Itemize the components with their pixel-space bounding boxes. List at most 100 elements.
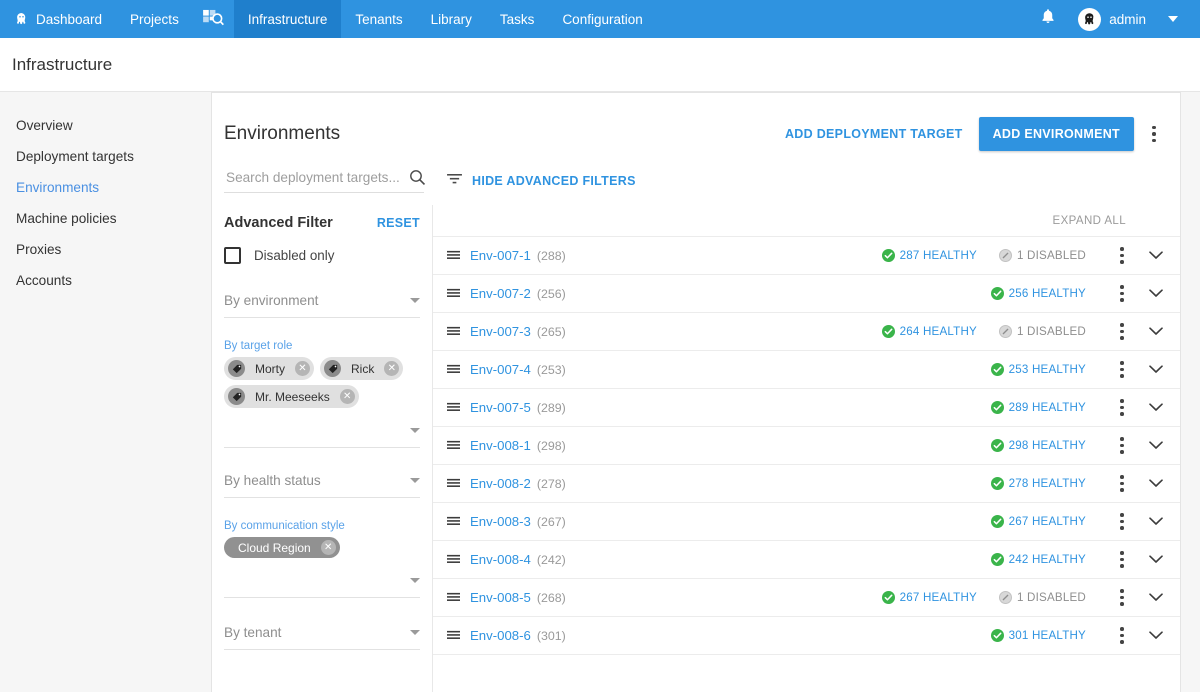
environment-name-link[interactable]: Env-008-3 [470, 514, 531, 529]
drag-handle-icon[interactable] [447, 592, 460, 604]
close-icon[interactable]: ✕ [384, 361, 399, 376]
table-row[interactable]: Env-007-5 (289) 289 HEALTHY [433, 389, 1180, 427]
environment-name-link[interactable]: Env-008-4 [470, 552, 531, 567]
row-overflow-menu-icon[interactable] [1112, 433, 1132, 458]
environment-name-link[interactable]: Env-008-6 [470, 628, 531, 643]
nav-item-tenants[interactable]: Tenants [341, 0, 416, 38]
environment-name-link[interactable]: Env-007-5 [470, 400, 531, 415]
filter-chip[interactable]: Morty ✕ [224, 357, 314, 380]
sidebar-item-machine-policies[interactable]: Machine policies [0, 203, 211, 234]
status-badge-disabled[interactable]: 1 DISABLED [999, 249, 1086, 262]
nav-item-tasks[interactable]: Tasks [486, 0, 549, 38]
row-overflow-menu-icon[interactable] [1112, 585, 1132, 610]
nav-item-project-search[interactable] [193, 0, 234, 38]
status-badge-healthy[interactable]: 253 HEALTHY [991, 363, 1086, 376]
close-icon[interactable]: ✕ [340, 389, 355, 404]
drag-handle-icon[interactable] [447, 554, 460, 566]
drag-handle-icon[interactable] [447, 402, 460, 414]
row-overflow-menu-icon[interactable] [1112, 623, 1132, 648]
drag-handle-icon[interactable] [447, 630, 460, 642]
sidebar-item-proxies[interactable]: Proxies [0, 234, 211, 265]
filter-chip[interactable]: Mr. Meeseeks ✕ [224, 385, 359, 408]
row-expand-chevron-down-icon[interactable] [1144, 251, 1168, 260]
row-expand-chevron-down-icon[interactable] [1144, 555, 1168, 564]
drag-handle-icon[interactable] [447, 250, 460, 262]
nav-item-library[interactable]: Library [417, 0, 486, 38]
drag-handle-icon[interactable] [447, 326, 460, 338]
status-badge-healthy[interactable]: 289 HEALTHY [991, 401, 1086, 414]
environment-name-link[interactable]: Env-008-5 [470, 590, 531, 605]
table-row[interactable]: Env-008-5 (268) 267 HEALTHY 1 DISABLED [433, 579, 1180, 617]
nav-item-dashboard[interactable]: Dashboard [0, 0, 116, 38]
row-expand-chevron-down-icon[interactable] [1144, 593, 1168, 602]
row-overflow-menu-icon[interactable] [1112, 395, 1132, 420]
row-overflow-menu-icon[interactable] [1112, 471, 1132, 496]
close-icon[interactable]: ✕ [295, 361, 310, 376]
row-expand-chevron-down-icon[interactable] [1144, 631, 1168, 640]
table-row[interactable]: Env-008-4 (242) 242 HEALTHY [433, 541, 1180, 579]
close-icon[interactable]: ✕ [321, 540, 336, 555]
by-environment-select[interactable]: By environment [224, 292, 420, 318]
status-badge-healthy[interactable]: 278 HEALTHY [991, 477, 1086, 490]
row-overflow-menu-icon[interactable] [1112, 243, 1132, 268]
user-menu-button[interactable]: admin [1074, 8, 1188, 31]
by-target-role-select[interactable] [224, 422, 420, 448]
environment-name-link[interactable]: Env-008-1 [470, 438, 531, 453]
row-expand-chevron-down-icon[interactable] [1144, 479, 1168, 488]
card-overflow-menu-icon[interactable] [1144, 122, 1164, 147]
table-row[interactable]: Env-008-3 (267) 267 HEALTHY [433, 503, 1180, 541]
table-row[interactable]: Env-007-3 (265) 264 HEALTHY 1 DISABLED [433, 313, 1180, 351]
environment-name-link[interactable]: Env-007-1 [470, 248, 531, 263]
row-overflow-menu-icon[interactable] [1112, 509, 1132, 534]
drag-handle-icon[interactable] [447, 364, 460, 376]
sidebar-item-deployment-targets[interactable]: Deployment targets [0, 141, 211, 172]
status-badge-healthy[interactable]: 264 HEALTHY [882, 325, 977, 338]
disabled-only-row[interactable]: Disabled only [224, 247, 420, 264]
drag-handle-icon[interactable] [447, 440, 460, 452]
by-tenant-select[interactable]: By tenant [224, 624, 420, 650]
sidebar-item-environments[interactable]: Environments [0, 172, 211, 203]
toggle-advanced-filters-button[interactable]: HIDE ADVANCED FILTERS [446, 172, 636, 190]
row-expand-chevron-down-icon[interactable] [1144, 289, 1168, 298]
environment-name-link[interactable]: Env-007-4 [470, 362, 531, 377]
table-row[interactable]: Env-007-4 (253) 253 HEALTHY [433, 351, 1180, 389]
search-input[interactable] [224, 169, 405, 186]
status-badge-healthy[interactable]: 242 HEALTHY [991, 553, 1086, 566]
status-badge-healthy[interactable]: 301 HEALTHY [991, 629, 1086, 642]
expand-all-button[interactable]: EXPAND ALL [433, 205, 1180, 237]
filter-chip[interactable]: Rick ✕ [320, 357, 403, 380]
search-icon[interactable] [409, 169, 426, 186]
add-deployment-target-button[interactable]: ADD DEPLOYMENT TARGET [775, 119, 973, 149]
row-overflow-menu-icon[interactable] [1112, 547, 1132, 572]
row-overflow-menu-icon[interactable] [1112, 357, 1132, 382]
notifications-button[interactable] [1026, 8, 1070, 30]
environment-name-link[interactable]: Env-007-3 [470, 324, 531, 339]
by-health-status-select[interactable]: By health status [224, 472, 420, 498]
row-expand-chevron-down-icon[interactable] [1144, 517, 1168, 526]
filter-chip[interactable]: Cloud Region ✕ [224, 537, 340, 558]
status-badge-healthy[interactable]: 267 HEALTHY [991, 515, 1086, 528]
sidebar-item-overview[interactable]: Overview [0, 110, 211, 141]
table-row[interactable]: Env-008-2 (278) 278 HEALTHY [433, 465, 1180, 503]
environment-name-link[interactable]: Env-008-2 [470, 476, 531, 491]
table-row[interactable]: Env-007-2 (256) 256 HEALTHY [433, 275, 1180, 313]
row-overflow-menu-icon[interactable] [1112, 281, 1132, 306]
by-communication-style-select[interactable] [224, 572, 420, 598]
row-expand-chevron-down-icon[interactable] [1144, 403, 1168, 412]
drag-handle-icon[interactable] [447, 288, 460, 300]
sidebar-item-accounts[interactable]: Accounts [0, 265, 211, 296]
environment-name-link[interactable]: Env-007-2 [470, 286, 531, 301]
row-expand-chevron-down-icon[interactable] [1144, 365, 1168, 374]
nav-item-configuration[interactable]: Configuration [548, 0, 656, 38]
status-badge-healthy[interactable]: 287 HEALTHY [882, 249, 977, 262]
status-badge-healthy[interactable]: 256 HEALTHY [991, 287, 1086, 300]
table-row[interactable]: Env-008-1 (298) 298 HEALTHY [433, 427, 1180, 465]
table-row[interactable]: Env-008-6 (301) 301 HEALTHY [433, 617, 1180, 655]
table-row[interactable]: Env-007-1 (288) 287 HEALTHY 1 DISABLED [433, 237, 1180, 275]
add-environment-button[interactable]: ADD ENVIRONMENT [979, 117, 1134, 151]
nav-item-infrastructure[interactable]: Infrastructure [234, 0, 342, 38]
reset-filters-button[interactable]: RESET [377, 216, 420, 230]
row-overflow-menu-icon[interactable] [1112, 319, 1132, 344]
status-badge-disabled[interactable]: 1 DISABLED [999, 591, 1086, 604]
disabled-only-checkbox[interactable] [224, 247, 241, 264]
